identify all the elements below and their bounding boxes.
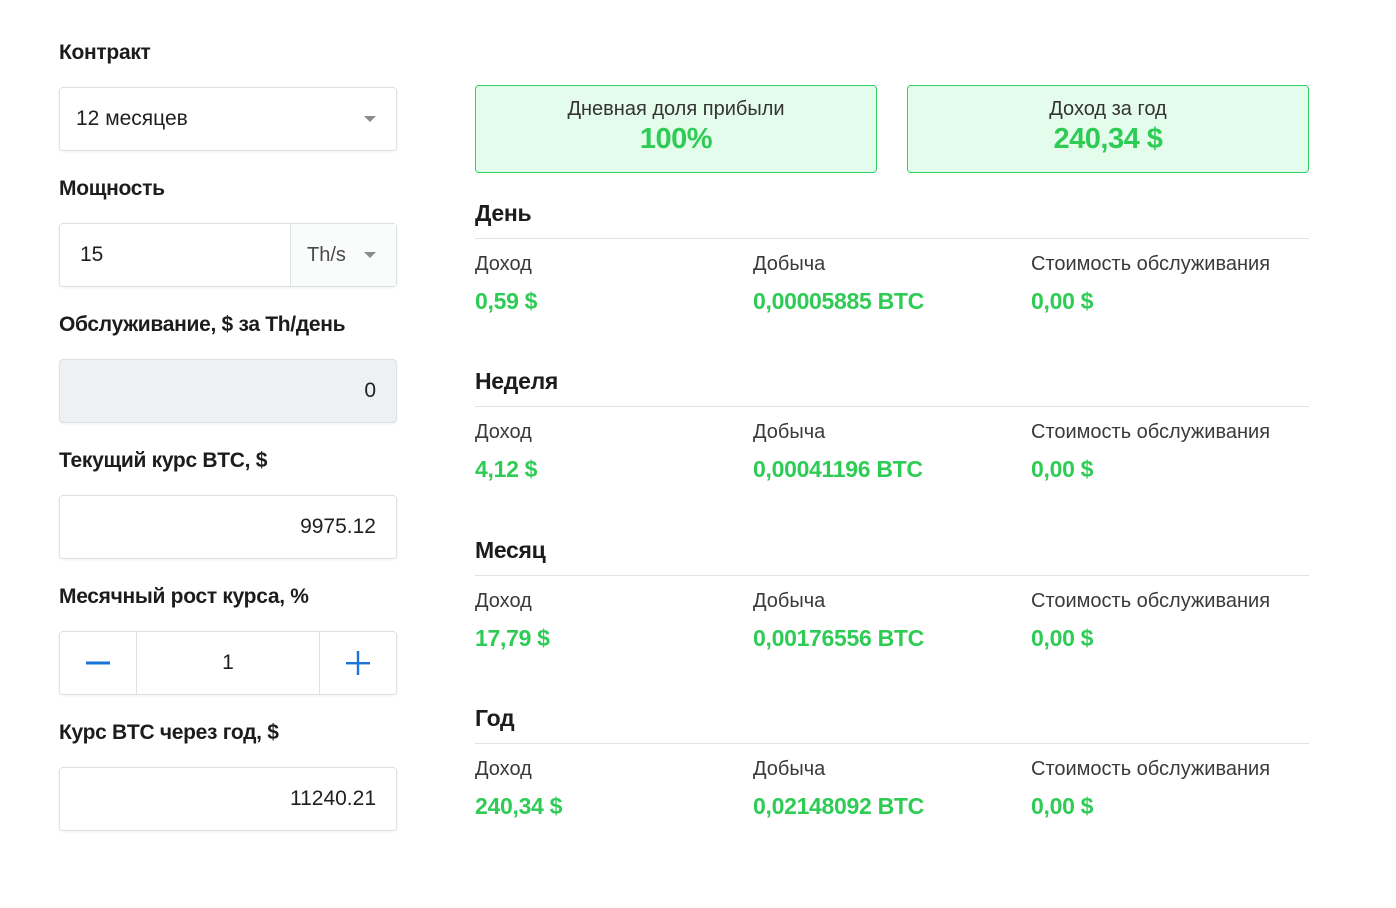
mining-label: Добыча (753, 590, 826, 612)
income-value: 17,79 $ (475, 625, 550, 651)
power-field: Мощность 15 Th/s (59, 174, 397, 287)
monthly-growth-stepper: 1 (59, 631, 397, 695)
maintenance-label: Обслуживание, $ за Th/день (59, 313, 346, 336)
contract-field: Контракт 12 месяцев (59, 38, 397, 151)
divider (475, 743, 1309, 744)
decrement-button[interactable] (60, 632, 137, 694)
cost-value: 0,00 $ (1031, 625, 1094, 651)
results-panel: Дневная доля прибыли 100% Доход за год 2… (475, 85, 1309, 819)
daily-profit-value: 100% (639, 123, 713, 155)
yearly-income-value: 240,34 $ (1053, 123, 1163, 155)
btc-year-rate-input[interactable]: 11240.21 (59, 767, 397, 831)
income-value: 4,12 $ (475, 456, 538, 482)
period-day: День Доход 0,59 $ Добыча 0,00005885 BTC … (475, 198, 1309, 316)
minus-icon (86, 661, 110, 665)
calculator-form: Контракт 12 месяцев Мощность 15 Th/s Обс… (59, 38, 397, 854)
divider (475, 238, 1309, 239)
mining-column: Добыча 0,00041196 BTC (753, 419, 1031, 484)
btc-year-rate-label: Курс BTC через год, $ (59, 721, 279, 744)
period-title: День (475, 200, 532, 226)
daily-profit-label: Дневная доля прибыли (567, 98, 785, 120)
btc-rate-input[interactable]: 9975.12 (59, 495, 397, 559)
cost-column: Стоимость обслуживания 0,00 $ (1031, 756, 1309, 821)
income-column: Доход 0,59 $ (475, 251, 753, 316)
contract-value: 12 месяцев (76, 107, 188, 130)
cost-label: Стоимость обслуживания (1031, 758, 1271, 780)
mining-label: Добыча (753, 758, 826, 780)
cost-label: Стоимость обслуживания (1031, 253, 1271, 275)
maintenance-field: Обслуживание, $ за Th/день 0 (59, 310, 397, 423)
mining-value: 0,00041196 BTC (753, 456, 923, 482)
yearly-income-card: Доход за год 240,34 $ (907, 85, 1309, 173)
income-label: Доход (475, 590, 532, 612)
contract-select[interactable]: 12 месяцев (59, 87, 397, 151)
power-input[interactable]: 15 (60, 224, 290, 286)
income-column: Доход 4,12 $ (475, 419, 753, 484)
btc-rate-value: 9975.12 (300, 515, 376, 538)
power-unit-select[interactable]: Th/s (290, 224, 396, 286)
mining-label: Добыча (753, 421, 826, 443)
divider (475, 575, 1309, 576)
mining-column: Добыча 0,00005885 BTC (753, 251, 1031, 316)
monthly-growth-label: Месячный рост курса, % (59, 585, 309, 608)
mining-label: Добыча (753, 253, 826, 275)
yearly-income-label: Доход за год (1049, 98, 1167, 120)
cost-value: 0,00 $ (1031, 288, 1094, 314)
btc-year-rate-field: Курс BTC через год, $ 11240.21 (59, 718, 397, 831)
plus-icon (346, 651, 370, 675)
income-label: Доход (475, 421, 532, 443)
income-label: Доход (475, 253, 532, 275)
period-month: Месяц Доход 17,79 $ Добыча 0,00176556 BT… (475, 535, 1309, 653)
cost-value: 0,00 $ (1031, 456, 1094, 482)
monthly-growth-field: Месячный рост курса, % 1 (59, 582, 397, 695)
cost-label: Стоимость обслуживания (1031, 590, 1271, 612)
cost-label: Стоимость обслуживания (1031, 421, 1271, 443)
maintenance-value: 0 (364, 379, 376, 402)
monthly-growth-input[interactable]: 1 (137, 632, 319, 694)
period-title: Месяц (475, 537, 546, 563)
cost-column: Стоимость обслуживания 0,00 $ (1031, 251, 1309, 316)
mining-column: Добыча 0,02148092 BTC (753, 756, 1031, 821)
period-title: Год (475, 705, 515, 731)
chevron-down-icon (364, 252, 376, 258)
mining-value: 0,00005885 BTC (753, 288, 924, 314)
cost-column: Стоимость обслуживания 0,00 $ (1031, 588, 1309, 653)
mining-column: Добыча 0,00176556 BTC (753, 588, 1031, 653)
income-column: Доход 17,79 $ (475, 588, 753, 653)
income-column: Доход 240,34 $ (475, 756, 753, 821)
daily-profit-card: Дневная доля прибыли 100% (475, 85, 877, 173)
power-input-group: 15 Th/s (59, 223, 397, 287)
period-year: Год Доход 240,34 $ Добыча 0,02148092 BTC… (475, 703, 1309, 821)
cost-value: 0,00 $ (1031, 793, 1094, 819)
mining-value: 0,02148092 BTC (753, 793, 924, 819)
income-value: 0,59 $ (475, 288, 538, 314)
increment-button[interactable] (319, 632, 396, 694)
chevron-down-icon (364, 116, 376, 122)
btc-rate-label: Текущий курс BTC, $ (59, 449, 268, 472)
divider (475, 406, 1309, 407)
income-label: Доход (475, 758, 532, 780)
btc-year-rate-value: 11240.21 (289, 787, 376, 810)
contract-label: Контракт (59, 41, 151, 64)
power-unit-value: Th/s (307, 243, 346, 266)
period-title: Неделя (475, 368, 559, 394)
power-label: Мощность (59, 177, 165, 200)
maintenance-input: 0 (59, 359, 397, 423)
btc-rate-field: Текущий курс BTC, $ 9975.12 (59, 446, 397, 559)
mining-value: 0,00176556 BTC (753, 625, 924, 651)
summary-cards: Дневная доля прибыли 100% Доход за год 2… (475, 85, 1309, 173)
cost-column: Стоимость обслуживания 0,00 $ (1031, 419, 1309, 484)
income-value: 240,34 $ (475, 793, 563, 819)
period-week: Неделя Доход 4,12 $ Добыча 0,00041196 BT… (475, 366, 1309, 484)
